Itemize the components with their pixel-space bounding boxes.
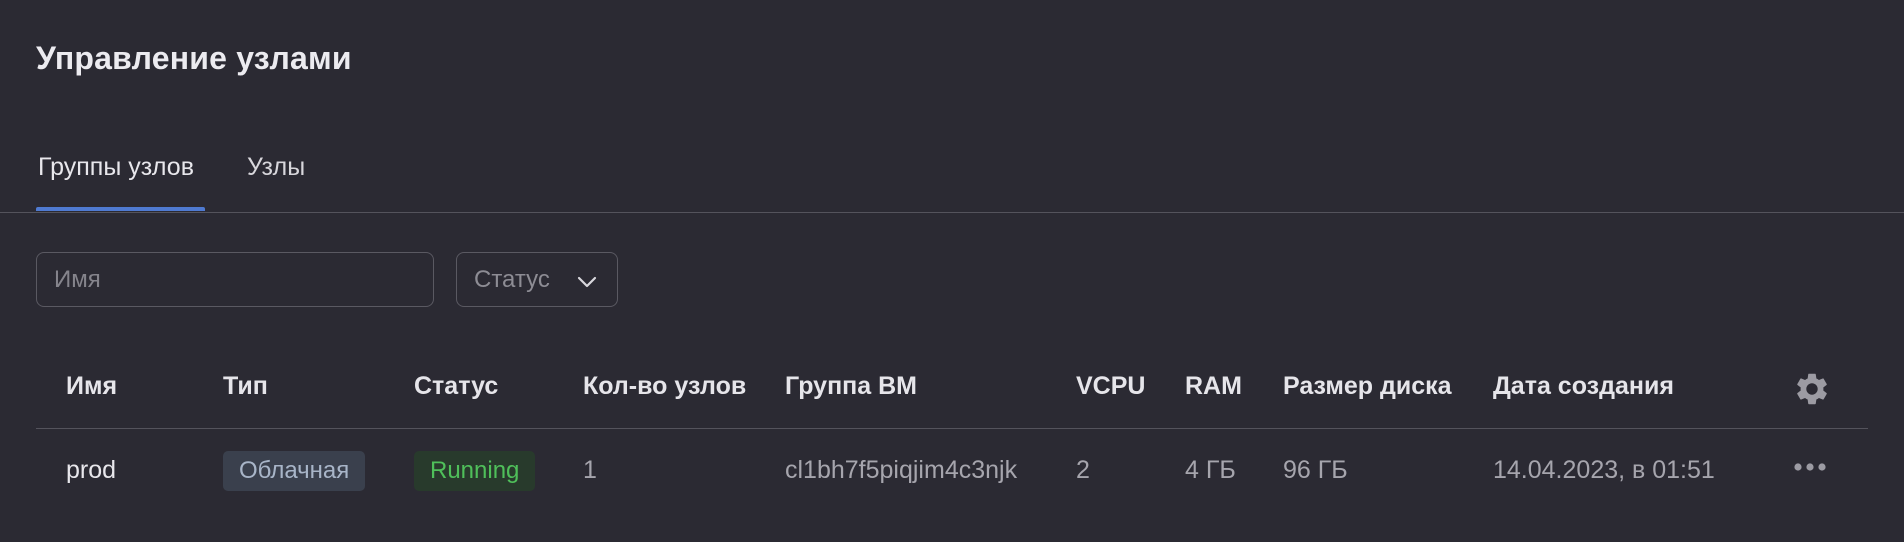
column-header-created-date[interactable]: Дата создания — [1493, 372, 1674, 401]
active-tab-indicator — [36, 207, 205, 211]
cell-disk-size: 96 ГБ — [1283, 456, 1348, 484]
chevron-down-icon — [577, 276, 597, 288]
column-header-vm-group[interactable]: Группа ВМ — [785, 372, 917, 401]
column-header-vcpu[interactable]: VCPU — [1076, 372, 1145, 401]
type-badge: Облачная — [223, 451, 366, 491]
cell-node-count: 1 — [583, 456, 597, 484]
more-horizontal-icon[interactable] — [1792, 460, 1828, 474]
cell-name[interactable]: prod — [66, 456, 116, 485]
table-header: Имя Тип Статус Кол-во узлов Группа ВМ VC… — [36, 362, 1868, 429]
status-filter-label: Статус — [474, 266, 550, 293]
status-badge: Running — [414, 451, 536, 491]
name-filter-input[interactable] — [36, 252, 434, 307]
tabs-bar: Группы узлов Узлы — [0, 130, 1904, 213]
column-header-status[interactable]: Статус — [414, 372, 498, 401]
column-header-disk-size[interactable]: Размер диска — [1283, 372, 1452, 401]
tab-nodes[interactable]: Узлы — [247, 153, 305, 182]
column-header-name[interactable]: Имя — [66, 372, 117, 401]
page-title: Управление узлами — [36, 40, 352, 76]
gear-icon[interactable] — [1793, 370, 1831, 408]
cell-vm-group: cl1bh7f5piqjim4c3njk — [785, 456, 1018, 484]
column-header-ram[interactable]: RAM — [1185, 372, 1242, 401]
node-management-page: Управление узлами Группы узлов Узлы Стат… — [0, 0, 1904, 542]
table-row[interactable]: prod Облачная Running 1 cl1bh7f5piqjim4c… — [36, 429, 1868, 513]
tab-node-groups[interactable]: Группы узлов — [38, 153, 194, 182]
column-header-type[interactable]: Тип — [223, 372, 268, 401]
status-filter-select[interactable]: Статус — [456, 252, 618, 307]
cell-ram: 4 ГБ — [1185, 456, 1236, 484]
cell-created-date: 14.04.2023, в 01:51 — [1493, 456, 1715, 484]
column-header-node-count[interactable]: Кол-во узлов — [583, 372, 746, 401]
cell-vcpu: 2 — [1076, 456, 1090, 484]
